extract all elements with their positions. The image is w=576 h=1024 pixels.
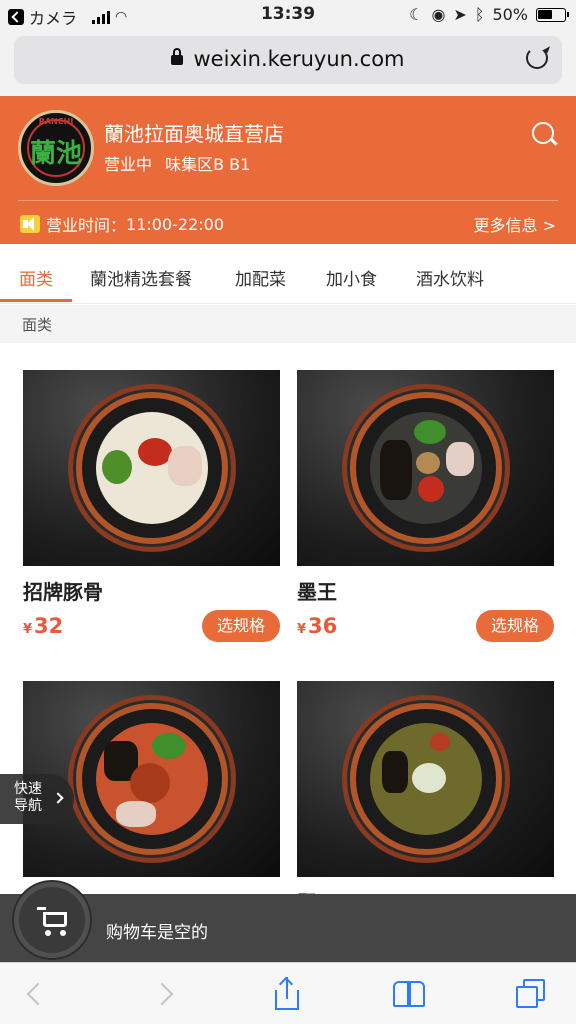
cart-button[interactable] [14, 882, 90, 958]
moon-icon: ☾ [409, 5, 424, 24]
topping-chili [138, 438, 172, 466]
tab-snacks[interactable]: 加小食 [326, 265, 377, 290]
quick-nav-button[interactable]: 快速导航 [0, 774, 74, 824]
business-hours: 营业时间： 11:00-22:00 [20, 212, 224, 236]
product-image[interactable] [23, 370, 280, 566]
store-open-status: 营业中 [104, 155, 153, 174]
tab-set-meals[interactable]: 蘭池精选套餐 [90, 265, 192, 290]
topping-scallion [414, 420, 446, 444]
product-name: 墨王 [297, 580, 337, 604]
topping-mushroom [380, 440, 412, 500]
status-bar: カメラ ◠ 13:39 ☾ ◉ ➤ ᛒ 50% [0, 0, 576, 30]
address-bar[interactable]: weixin.keruyun.com [14, 36, 562, 84]
topping-pork [116, 801, 156, 827]
broth [96, 723, 208, 835]
hours-value: 11:00-22:00 [126, 214, 225, 234]
category-tabs: 面类 蘭池精选套餐 加配菜 加小食 酒水饮料 [0, 244, 576, 304]
broth [370, 723, 482, 835]
bookmarks-icon[interactable] [393, 979, 425, 1009]
topping-chili [130, 763, 170, 803]
store-status-line: 营业中 味集区B B1 [104, 151, 250, 175]
store-logo: RANCHI 蘭池 [18, 110, 94, 186]
product-image[interactable] [297, 370, 554, 566]
store-location: 味集区B B1 [165, 155, 251, 174]
cart-status: 购物车是空的 [106, 923, 208, 943]
bluetooth-icon: ᛒ [474, 5, 485, 24]
back-icon[interactable] [22, 979, 52, 1009]
choose-spec-button[interactable]: 选规格 [202, 610, 280, 642]
lock-icon [171, 48, 184, 65]
logo-caption: RANCHI [38, 117, 74, 126]
tab-noodles[interactable]: 面类 [19, 265, 53, 290]
location-icon: ➤ [453, 5, 467, 24]
active-tab-indicator [0, 299, 72, 302]
store-name: 蘭池拉面奥城直营店 [104, 122, 284, 146]
speaker-icon [20, 215, 40, 233]
product-price: ¥36 [297, 614, 337, 638]
choose-spec-button[interactable]: 选规格 [476, 610, 554, 642]
currency-symbol: ¥ [23, 622, 33, 637]
topping-scallion [102, 450, 132, 484]
topping-scallion [152, 733, 186, 759]
bowl-graphic [76, 703, 228, 855]
price-value: 36 [308, 614, 338, 638]
quick-nav-label: 快速导航 [14, 781, 42, 814]
forward-icon[interactable] [150, 979, 180, 1009]
share-icon[interactable] [272, 976, 302, 1010]
header-divider [18, 200, 558, 201]
tabs-icon[interactable] [514, 979, 545, 1009]
currency-symbol: ¥ [297, 622, 307, 637]
shopping-cart-icon [37, 907, 71, 937]
reload-icon[interactable] [526, 47, 548, 69]
more-info-link[interactable]: 更多信息 > [474, 212, 557, 236]
topping-scallion [412, 763, 446, 793]
broth [96, 412, 208, 524]
topping-chili [430, 733, 450, 751]
product-price: ¥32 [23, 614, 63, 638]
url-text: weixin.keruyun.com [193, 47, 405, 71]
battery-icon [536, 7, 569, 22]
topping-mushroom [382, 751, 408, 793]
logo-glyph: 蘭池 [29, 139, 82, 169]
bowl-graphic [76, 392, 228, 544]
store-header: RANCHI 蘭池 蘭池拉面奥城直营店 营业中 味集区B B1 营业时间： 11:… [0, 96, 576, 244]
url-display[interactable]: weixin.keruyun.com [14, 47, 562, 71]
rotation-lock-icon: ◉ [431, 5, 446, 24]
search-icon[interactable] [532, 122, 558, 148]
price-value: 32 [34, 614, 64, 638]
topping-garlic [416, 452, 440, 474]
browser-address-area: weixin.keruyun.com [0, 30, 576, 96]
section-title: 面类 [0, 305, 576, 343]
hours-label: 营业时间： [46, 216, 127, 235]
browser-toolbar [0, 962, 576, 1024]
status-right: ☾ ◉ ➤ ᛒ 50% [409, 5, 569, 24]
chevron-right-icon [52, 792, 64, 804]
tab-side-dishes[interactable]: 加配菜 [235, 265, 286, 290]
tab-drinks[interactable]: 酒水饮料 [416, 265, 484, 290]
topping-pork [168, 446, 202, 486]
bowl-graphic [350, 392, 502, 544]
topping-pork [446, 442, 474, 476]
broth [370, 412, 482, 524]
topping-chili [418, 476, 444, 502]
product-image[interactable] [297, 681, 554, 877]
product-name: 招牌豚骨 [23, 580, 103, 604]
battery-percent: 50% [492, 5, 528, 24]
bowl-graphic [350, 703, 502, 855]
